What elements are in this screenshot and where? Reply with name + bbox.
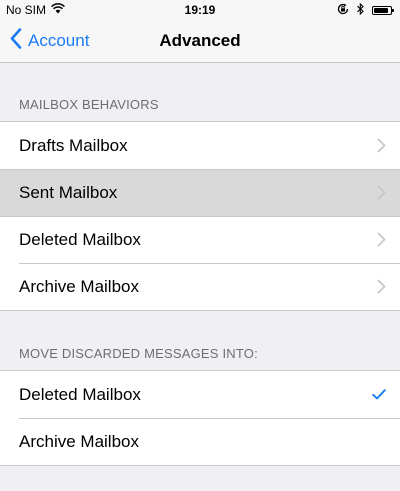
section-header-discarded: MOVE DISCARDED MESSAGES INTO: <box>19 346 258 361</box>
battery-fill <box>374 8 388 13</box>
discard-option-deleted-mailbox[interactable]: Deleted Mailbox <box>0 371 400 418</box>
orientation-lock-icon <box>337 3 349 18</box>
row-label: Sent Mailbox <box>19 182 118 202</box>
mailbox-row-sent-mailbox[interactable]: Sent Mailbox <box>0 169 400 216</box>
row-label: Deleted Mailbox <box>19 229 141 249</box>
mailbox-row-deleted-mailbox[interactable]: Deleted Mailbox <box>0 216 400 263</box>
chevron-right-icon <box>377 232 386 247</box>
checkmark-icon <box>372 389 386 400</box>
mailbox-behaviors-list: Drafts Mailbox Sent Mailbox Deleted Mailbo… <box>0 121 400 311</box>
screen: No SIM 19:19 Account Advanced MAILBOX BE… <box>0 0 400 491</box>
chevron-right-icon <box>377 279 386 294</box>
chevron-right-icon <box>377 185 386 200</box>
section-header-mailbox-behaviors: MAILBOX BEHAVIORS <box>19 97 159 112</box>
discarded-destination-list: Deleted Mailbox Archive Mailbox <box>0 370 400 466</box>
mailbox-row-drafts-mailbox[interactable]: Drafts Mailbox <box>0 122 400 169</box>
status-bar: No SIM 19:19 <box>0 0 400 20</box>
battery-icon <box>372 6 394 15</box>
row-label: Archive Mailbox <box>19 431 139 451</box>
row-label: Drafts Mailbox <box>19 135 128 155</box>
row-label: Deleted Mailbox <box>19 384 141 404</box>
discard-option-archive-mailbox[interactable]: Archive Mailbox <box>0 418 400 465</box>
bluetooth-icon <box>357 2 364 18</box>
mailbox-row-archive-mailbox[interactable]: Archive Mailbox <box>0 263 400 310</box>
status-right <box>337 2 394 18</box>
navigation-bar: Account Advanced <box>0 20 400 63</box>
chevron-right-icon <box>377 138 386 153</box>
page-title: Advanced <box>159 31 241 50</box>
row-label: Archive Mailbox <box>19 276 139 296</box>
battery-cap <box>392 9 394 12</box>
